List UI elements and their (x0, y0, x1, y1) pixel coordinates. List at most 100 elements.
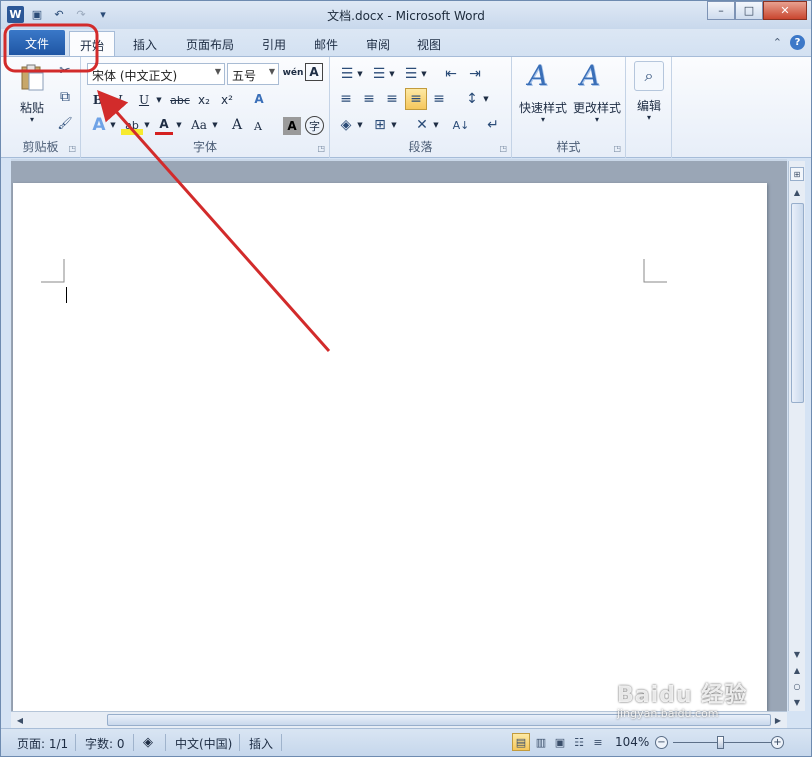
borders-icon[interactable]: ⊞ (370, 115, 390, 135)
outline-view-icon[interactable]: ☷ (570, 733, 588, 751)
insert-mode[interactable]: 插入 (249, 735, 273, 752)
paste-label[interactable]: 粘贴 (11, 99, 53, 116)
word-count[interactable]: 字数: 0 (85, 735, 125, 752)
styles-launcher-icon[interactable]: ◳ (613, 144, 621, 153)
tab-view[interactable]: 视图 (407, 31, 451, 56)
scroll-right-icon[interactable]: ▶ (771, 713, 785, 727)
scroll-down-icon[interactable]: ▼ (790, 647, 804, 661)
shading-icon[interactable]: ◈ (336, 115, 356, 135)
copy-icon[interactable]: ⧉ (57, 89, 73, 105)
tab-file[interactable]: 文件 (9, 30, 65, 55)
zoom-level[interactable]: 104% (615, 735, 649, 749)
close-button[interactable]: ✕ (763, 1, 807, 20)
decrease-indent-icon[interactable]: ⇤ (442, 65, 460, 83)
align-left-icon[interactable]: ≡ (336, 89, 356, 109)
chevron-down-icon[interactable]: ▼ (215, 67, 221, 76)
character-border-icon[interactable]: A (305, 63, 323, 81)
multilevel-list-icon[interactable]: ☰ (402, 65, 420, 83)
next-page-icon[interactable]: ▼ (790, 695, 804, 709)
character-shading-icon[interactable]: A (283, 117, 301, 135)
scroll-thumb[interactable] (791, 203, 804, 403)
browse-object-icon[interactable]: ○ (790, 679, 804, 693)
scroll-left-icon[interactable]: ◀ (13, 713, 27, 727)
draft-view-icon[interactable]: ≡ (589, 733, 607, 751)
minimize-button[interactable]: – (707, 1, 735, 20)
font-name-combo[interactable]: 宋体 (中文正文) ▼ (87, 63, 225, 85)
phonetic-guide-icon[interactable]: wén (283, 63, 304, 83)
minimize-ribbon-icon[interactable]: ⌃ (773, 36, 782, 49)
maximize-button[interactable]: □ (735, 1, 763, 20)
distributed-icon[interactable]: ≡ (429, 89, 449, 109)
change-styles-icon[interactable]: A (580, 59, 600, 92)
quick-styles-label[interactable]: 快速样式 (516, 99, 570, 116)
proofing-icon[interactable]: ◈ (143, 735, 153, 750)
clipboard-launcher-icon[interactable]: ◳ (68, 144, 76, 153)
chinese-layout-icon[interactable]: ✕ (412, 115, 432, 135)
chevron-down-icon[interactable]: ▼ (154, 91, 164, 109)
increase-indent-icon[interactable]: ⇥ (466, 65, 484, 83)
line-spacing-icon[interactable]: ↕ (462, 89, 482, 109)
strikethrough-button[interactable]: abc (169, 91, 191, 109)
font-color-icon[interactable]: A (155, 115, 173, 135)
chevron-down-icon[interactable]: ▼ (356, 65, 364, 83)
clear-formatting-icon[interactable]: A (249, 89, 269, 109)
vertical-scrollbar[interactable]: ⊞ ▲ ▼ ▲ ○ ▼ (788, 161, 805, 711)
chevron-down-icon[interactable]: ▼ (388, 65, 396, 83)
chevron-down-icon[interactable]: ▼ (420, 65, 428, 83)
cut-icon[interactable]: ✂ (57, 63, 73, 79)
format-painter-icon[interactable]: 🖌 (57, 115, 73, 131)
quick-styles-icon[interactable]: A (528, 59, 548, 92)
underline-button[interactable]: U (135, 91, 153, 109)
zoom-in-button[interactable]: + (771, 736, 784, 749)
print-layout-view-icon[interactable]: ▤ (512, 733, 530, 751)
chevron-down-icon[interactable]: ▾ (626, 113, 672, 122)
tab-insert[interactable]: 插入 (123, 31, 167, 56)
bold-button[interactable]: B (89, 91, 107, 109)
chevron-down-icon[interactable]: ▾ (570, 115, 624, 124)
chevron-down-icon[interactable]: ▼ (109, 115, 117, 135)
change-styles-label[interactable]: 更改样式 (570, 99, 624, 116)
find-binoculars-icon[interactable]: ⌕ (634, 61, 664, 91)
tab-mailings[interactable]: 邮件 (304, 31, 348, 56)
shrink-font-icon[interactable]: A (249, 117, 267, 135)
chevron-down-icon[interactable]: ▼ (269, 67, 275, 76)
chevron-down-icon[interactable]: ▾ (516, 115, 570, 124)
grow-font-icon[interactable]: A (227, 115, 247, 135)
paragraph-launcher-icon[interactable]: ◳ (499, 144, 507, 153)
chevron-down-icon[interactable]: ▼ (175, 115, 183, 135)
align-right-icon[interactable]: ≡ (382, 89, 402, 109)
subscript-button[interactable]: x₂ (194, 91, 214, 109)
font-size-combo[interactable]: 五号 ▼ (227, 63, 279, 85)
tab-review[interactable]: 审阅 (356, 31, 400, 56)
document-page[interactable] (13, 183, 767, 711)
enclose-characters-icon[interactable]: 字 (305, 116, 324, 135)
chevron-down-icon[interactable]: ▼ (211, 115, 219, 135)
chevron-down-icon[interactable]: ▼ (356, 115, 364, 135)
justify-icon[interactable]: ≡ (405, 88, 427, 110)
help-icon[interactable]: ? (790, 35, 805, 50)
page-count[interactable]: 页面: 1/1 (17, 735, 68, 752)
previous-page-icon[interactable]: ▲ (790, 663, 804, 677)
bullets-icon[interactable]: ☰ (338, 65, 356, 83)
tab-references[interactable]: 引用 (252, 31, 296, 56)
web-layout-view-icon[interactable]: ▣ (551, 733, 569, 751)
chevron-down-icon[interactable]: ▼ (482, 89, 490, 109)
align-center-icon[interactable]: ≡ (359, 89, 379, 109)
sort-icon[interactable]: A↓ (450, 115, 472, 135)
text-effects-icon[interactable]: A (89, 115, 109, 135)
tab-home[interactable]: 开始 (69, 31, 116, 56)
scroll-up-icon[interactable]: ▲ (790, 185, 804, 199)
chevron-down-icon[interactable]: ▼ (390, 115, 398, 135)
zoom-slider-handle[interactable] (717, 736, 724, 749)
superscript-button[interactable]: x² (217, 91, 237, 109)
paste-icon[interactable] (15, 63, 49, 93)
font-launcher-icon[interactable]: ◳ (317, 144, 325, 153)
italic-button[interactable]: I (111, 91, 129, 109)
show-marks-icon[interactable]: ↵ (484, 115, 502, 135)
chevron-down-icon[interactable]: ▼ (143, 115, 151, 135)
full-screen-reading-view-icon[interactable]: ▥ (532, 733, 550, 751)
paste-dropdown-icon[interactable]: ▾ (11, 115, 53, 124)
chevron-down-icon[interactable]: ▼ (432, 115, 440, 135)
ruler-toggle-icon[interactable]: ⊞ (790, 167, 804, 181)
editing-label[interactable]: 编辑 (626, 97, 672, 114)
